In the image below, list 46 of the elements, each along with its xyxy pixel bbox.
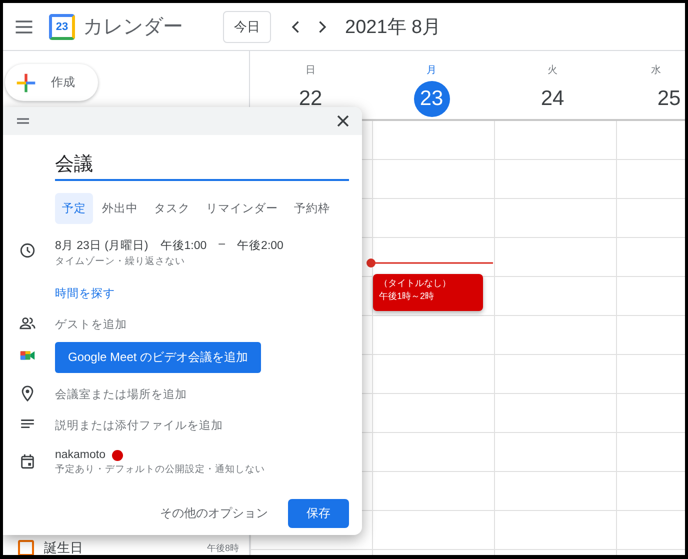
add-description-field[interactable]: 説明または添付ファイルを追加 bbox=[55, 418, 223, 433]
add-guests-field[interactable]: ゲストを追加 bbox=[55, 317, 127, 332]
weekday-label: 月 bbox=[426, 64, 436, 77]
app-name: カレンダー bbox=[83, 15, 184, 40]
find-time-link[interactable]: 時間を探す bbox=[55, 286, 115, 301]
time-separator: – bbox=[218, 238, 226, 252]
drag-handle-icon[interactable] bbox=[16, 117, 30, 125]
event-type-tab[interactable]: 予定 bbox=[55, 193, 93, 224]
event-type-tab[interactable]: 外出中 bbox=[95, 193, 145, 224]
people-icon bbox=[19, 315, 36, 332]
location-pin-icon bbox=[19, 385, 36, 402]
current-period: 2021年 8月 bbox=[345, 16, 442, 40]
add-video-meeting-button[interactable]: Google Meet のビデオ会議を追加 bbox=[55, 342, 262, 373]
date-number[interactable]: 25 bbox=[651, 81, 685, 117]
end-time[interactable]: 午後2:00 bbox=[237, 238, 284, 253]
plus-icon bbox=[15, 72, 37, 94]
title-input[interactable]: 会議 bbox=[55, 151, 349, 181]
event-time: 午後1時～2時 bbox=[379, 290, 436, 303]
event-title: （タイトルなし） bbox=[379, 277, 452, 290]
create-button[interactable]: 作成 bbox=[5, 64, 98, 101]
date-number[interactable]: 24 bbox=[534, 81, 570, 117]
calendar-settings-info[interactable]: 予定あり・デフォルトの公開設定・通知しない bbox=[55, 463, 265, 476]
event-type-tab[interactable]: 予約枠 bbox=[287, 193, 337, 224]
weekday-label: 日 bbox=[306, 64, 316, 77]
event-type-tab[interactable]: タスク bbox=[147, 193, 197, 224]
hour-label: 午後8時 bbox=[206, 542, 239, 555]
date-number[interactable]: 23 bbox=[414, 81, 450, 117]
calendar-icon bbox=[19, 453, 36, 470]
more-options-button[interactable]: その他のオプション bbox=[154, 504, 274, 523]
event-block[interactable]: （タイトルなし） 午後1時～2時 bbox=[373, 274, 483, 311]
day-column[interactable] bbox=[373, 121, 495, 555]
close-icon[interactable] bbox=[336, 114, 350, 128]
weekday-label: 水 bbox=[651, 64, 661, 77]
calendar-owner[interactable]: nakamoto bbox=[55, 449, 106, 461]
today-button[interactable]: 今日 bbox=[223, 10, 271, 42]
event-type-tab[interactable]: リマインダー bbox=[199, 193, 285, 224]
save-button[interactable]: 保存 bbox=[288, 499, 349, 528]
calendar-checkbox[interactable] bbox=[18, 540, 34, 555]
recurrence-info[interactable]: タイムゾーン・繰り返さない bbox=[55, 255, 284, 268]
start-time[interactable]: 午後1:00 bbox=[160, 238, 207, 253]
event-date[interactable]: 8月 23日 (月曜日) bbox=[55, 238, 148, 253]
clock-icon bbox=[19, 242, 36, 259]
add-location-field[interactable]: 会議室または場所を追加 bbox=[55, 387, 187, 402]
weekday-label: 火 bbox=[548, 64, 558, 77]
calendar-logo: 23 bbox=[49, 14, 75, 40]
calendar-name[interactable]: 誕生日 bbox=[44, 539, 83, 555]
